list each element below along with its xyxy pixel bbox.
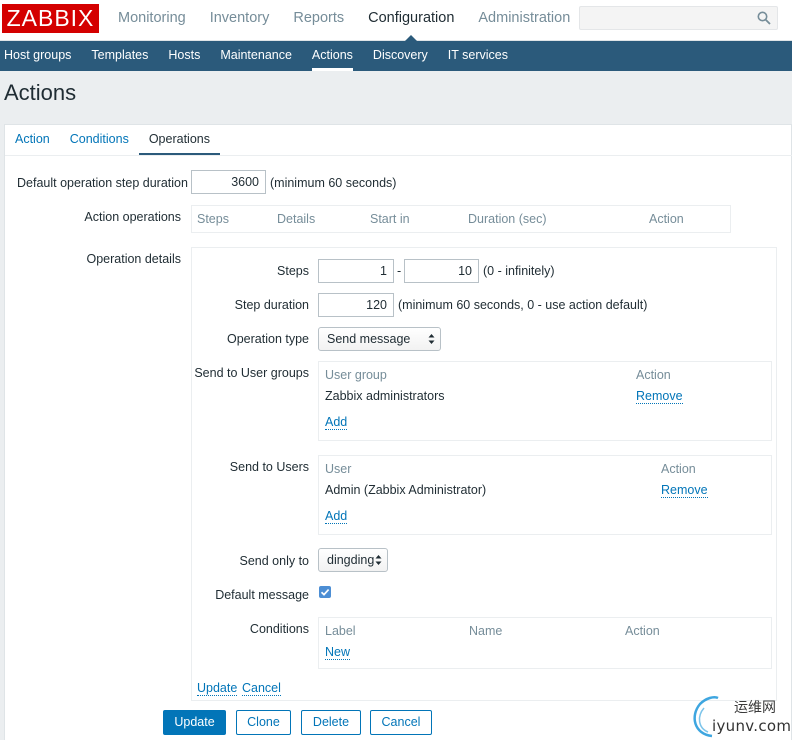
conditions-label: Conditions bbox=[249, 622, 309, 636]
steps-from-input[interactable]: 1 bbox=[318, 259, 394, 283]
user-remove-link[interactable]: Remove bbox=[661, 483, 708, 498]
operation-details-box: Steps 1 - 10 (0 - infinitely) Step durat… bbox=[191, 247, 777, 701]
select-arrows-icon bbox=[428, 334, 435, 344]
user-groups-table: User group Action Zabbix administrators … bbox=[318, 361, 772, 441]
send-only-to-value: dingding bbox=[327, 553, 375, 567]
search-input[interactable] bbox=[579, 6, 778, 30]
conditions-col-name: Name bbox=[469, 624, 503, 638]
tab-conditions[interactable]: Conditions bbox=[60, 125, 139, 155]
col-steps: Steps bbox=[197, 212, 229, 226]
zabbix-logo[interactable]: ZABBIX bbox=[2, 4, 99, 33]
operation-details-label: Operation details bbox=[86, 252, 181, 266]
main-nav: Monitoring Inventory Reports Configurati… bbox=[106, 0, 582, 41]
operation-type-value: Send message bbox=[327, 332, 411, 346]
user-name: Admin (Zabbix Administrator) bbox=[325, 483, 487, 497]
tab-action[interactable]: Action bbox=[5, 125, 60, 155]
main-nav-monitoring[interactable]: Monitoring bbox=[106, 0, 198, 41]
select-arrows-icon bbox=[375, 555, 382, 565]
user-groups-label: Send to User groups bbox=[194, 366, 309, 380]
page-title: Actions bbox=[4, 80, 77, 105]
conditions-col-label: Label bbox=[325, 624, 356, 638]
top-header: ZABBIX Monitoring Inventory Reports Conf… bbox=[0, 0, 792, 41]
watermark-en: iyunv.com bbox=[712, 717, 792, 735]
main-nav-reports[interactable]: Reports bbox=[281, 0, 356, 41]
main-nav-inventory[interactable]: Inventory bbox=[198, 0, 282, 41]
subnav-hosts[interactable]: Hosts bbox=[164, 41, 210, 71]
user-groups-col-action: Action bbox=[636, 368, 671, 382]
operation-type-select[interactable]: Send message bbox=[318, 327, 441, 351]
subnav-discovery[interactable]: Discovery bbox=[369, 41, 438, 71]
form-panel: Action Conditions Operations Default ope… bbox=[4, 124, 792, 740]
op-step-duration-label: Step duration bbox=[234, 298, 309, 312]
default-message-label: Default message bbox=[215, 588, 309, 602]
col-action: Action bbox=[649, 212, 684, 226]
steps-label: Steps bbox=[277, 264, 309, 278]
op-step-duration-hint: (minimum 60 seconds, 0 - use action defa… bbox=[398, 298, 648, 312]
subnav-maintenance[interactable]: Maintenance bbox=[216, 41, 302, 71]
clone-button[interactable]: Clone bbox=[236, 710, 291, 735]
form-tabs: Action Conditions Operations bbox=[5, 125, 221, 155]
user-groups-add-link[interactable]: Add bbox=[325, 415, 348, 430]
step-duration-hint: (minimum 60 seconds) bbox=[270, 176, 397, 190]
step-duration-label: Default operation step duration bbox=[17, 176, 188, 190]
users-label: Send to Users bbox=[229, 460, 309, 474]
cancel-button[interactable]: Cancel bbox=[370, 710, 432, 735]
subnav-host-groups[interactable]: Host groups bbox=[0, 41, 81, 71]
action-operations-label: Action operations bbox=[84, 210, 181, 224]
checkmark-icon bbox=[320, 589, 330, 596]
users-table: User Action Admin (Zabbix Administrator)… bbox=[318, 455, 772, 535]
users-col-action: Action bbox=[661, 462, 696, 476]
action-operations-table: Steps Details Start in Duration (sec) Ac… bbox=[191, 205, 731, 233]
operation-type-label: Operation type bbox=[227, 332, 309, 346]
user-groups-col-group: User group bbox=[325, 368, 387, 382]
op-step-duration-input[interactable]: 120 bbox=[318, 293, 394, 317]
send-only-to-label: Send only to bbox=[239, 554, 310, 568]
col-details: Details bbox=[277, 212, 316, 226]
col-duration: Duration (sec) bbox=[468, 212, 547, 226]
steps-hint: (0 - infinitely) bbox=[483, 264, 555, 278]
operation-cancel-link[interactable]: Cancel bbox=[242, 681, 281, 696]
user-group-remove-link[interactable]: Remove bbox=[636, 389, 683, 404]
user-group-name: Zabbix administrators bbox=[325, 389, 445, 403]
main-nav-administration[interactable]: Administration bbox=[466, 0, 582, 41]
conditions-new-link[interactable]: New bbox=[325, 645, 351, 660]
tab-operations[interactable]: Operations bbox=[138, 125, 221, 155]
subnav-actions[interactable]: Actions bbox=[308, 41, 363, 71]
step-duration-input[interactable]: 3600 bbox=[191, 170, 266, 194]
delete-button[interactable]: Delete bbox=[301, 710, 361, 735]
operation-update-link[interactable]: Update bbox=[197, 681, 238, 696]
steps-separator: - bbox=[397, 264, 402, 278]
sub-nav: Host groups Templates Hosts Maintenance … bbox=[0, 41, 792, 71]
steps-to-input[interactable]: 10 bbox=[404, 259, 479, 283]
users-add-link[interactable]: Add bbox=[325, 509, 348, 524]
search-icon[interactable] bbox=[757, 11, 771, 25]
users-col-user: User bbox=[325, 462, 352, 476]
send-only-to-select[interactable]: dingding bbox=[318, 548, 388, 572]
watermark-cn: 运维网 bbox=[734, 700, 776, 716]
conditions-table: Label Name Action New bbox=[318, 617, 772, 669]
subnav-templates[interactable]: Templates bbox=[87, 41, 158, 71]
tabs-divider bbox=[5, 155, 792, 156]
conditions-col-action: Action bbox=[625, 624, 660, 638]
subnav-it-services[interactable]: IT services bbox=[444, 41, 518, 71]
update-button[interactable]: Update bbox=[163, 710, 226, 735]
default-message-checkbox[interactable] bbox=[319, 586, 331, 598]
col-start-in: Start in bbox=[370, 212, 410, 226]
main-nav-configuration[interactable]: Configuration bbox=[356, 0, 466, 41]
